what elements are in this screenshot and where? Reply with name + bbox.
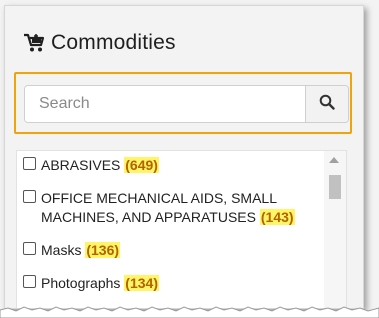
commodity-checkbox[interactable] (23, 275, 36, 288)
commodity-checkbox[interactable] (23, 157, 36, 170)
commodity-count: (134) (124, 275, 159, 291)
commodity-label-wrap: Photographs (134) (41, 274, 159, 293)
panel-header: Commodities (23, 28, 176, 58)
commodity-list: ABRASIVES (649) OFFICE MECHANICAL AIDS, … (23, 151, 323, 307)
search-group (24, 85, 349, 123)
commodity-label-wrap: ABRASIVES (649) (41, 156, 159, 175)
scroll-thumb[interactable] (329, 175, 341, 199)
list-scrollbar[interactable] (324, 151, 346, 308)
search-button[interactable] (305, 86, 348, 122)
commodities-panel: Commodities ABRASIVES (649) (4, 5, 364, 309)
commodity-checkbox[interactable] (23, 242, 36, 255)
commodity-item[interactable]: Masks (136) (23, 241, 323, 260)
commodity-item[interactable]: Photographs (134) (23, 274, 323, 293)
commodity-item[interactable]: ABRASIVES (649) (23, 156, 323, 175)
panel-title: Commodities (51, 31, 176, 54)
commodity-count: (143) (259, 209, 295, 225)
commodity-item[interactable]: OFFICE MECHANICAL AIDS, SMALL MACHINES, … (23, 189, 323, 227)
commodity-count: (136) (85, 242, 121, 258)
commodity-label-wrap: OFFICE MECHANICAL AIDS, SMALL MACHINES, … (41, 189, 323, 227)
commodity-label-wrap: Masks (136) (41, 241, 121, 260)
search-input[interactable] (25, 86, 305, 122)
commodity-list-area: ABRASIVES (649) OFFICE MECHANICAL AIDS, … (16, 150, 347, 308)
commodity-checkbox[interactable] (23, 190, 36, 203)
torn-edge-decoration (0, 306, 379, 318)
scroll-up-arrow-icon[interactable] (329, 157, 339, 163)
commodity-label: Masks (41, 242, 82, 258)
cart-icon (23, 32, 45, 54)
commodity-label: Photographs (41, 275, 121, 291)
commodity-label: OFFICE MECHANICAL AIDS, SMALL MACHINES, … (41, 190, 277, 225)
commodity-count: (649) (124, 157, 159, 173)
search-icon (319, 94, 335, 115)
search-highlight-frame (14, 72, 352, 134)
commodity-label: ABRASIVES (41, 157, 121, 173)
